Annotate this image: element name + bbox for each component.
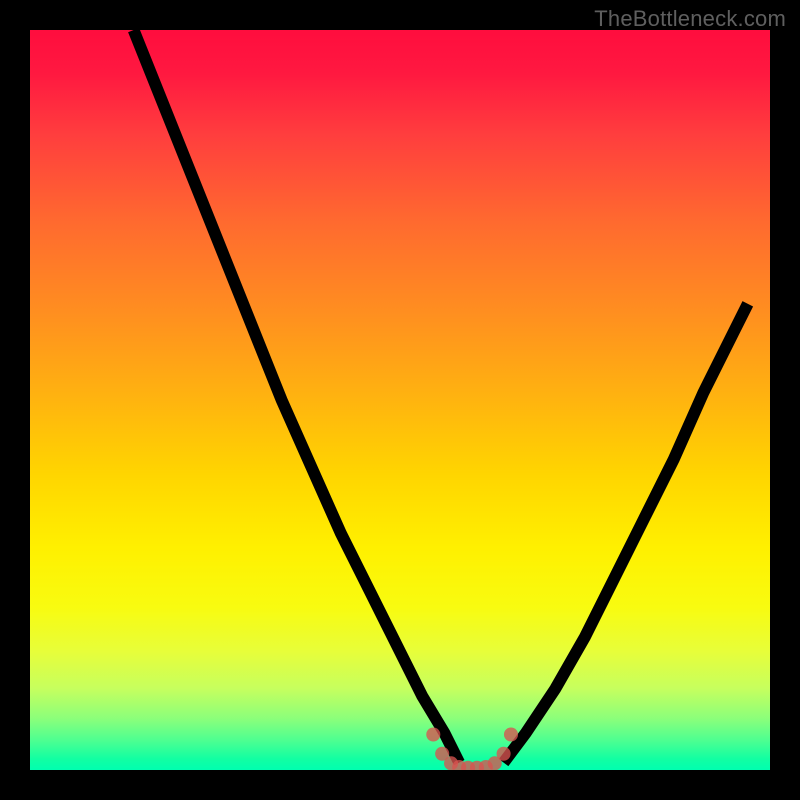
curve-overlay xyxy=(30,30,770,770)
valley-markers xyxy=(426,727,518,770)
plot-area xyxy=(30,30,770,770)
chart-frame: TheBottleneck.com xyxy=(0,0,800,800)
valley-dot xyxy=(504,727,518,741)
curve-left-branch xyxy=(134,30,460,763)
valley-dot xyxy=(426,727,440,741)
curve-right-branch xyxy=(504,304,748,763)
watermark-text: TheBottleneck.com xyxy=(594,6,786,32)
valley-dot xyxy=(497,747,511,761)
